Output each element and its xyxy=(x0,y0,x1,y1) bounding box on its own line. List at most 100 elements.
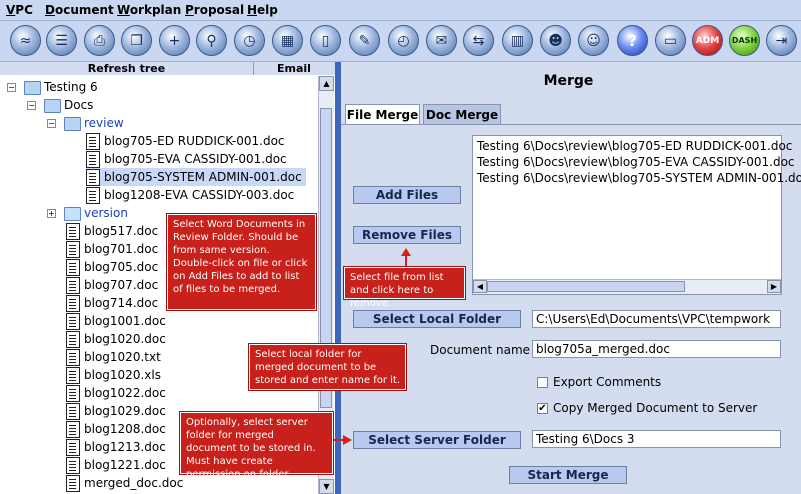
server-folder-field[interactable]: Testing 6\Docs 3 xyxy=(532,430,781,448)
word-doc-icon xyxy=(86,169,100,186)
menu-proposal[interactable]: Proposal xyxy=(185,3,244,17)
clock-doc-icon[interactable]: ◷ xyxy=(234,25,265,56)
user-icon[interactable]: ☺ xyxy=(578,25,609,56)
file-label: blog1208-EVA CASSIDY-003.doc xyxy=(104,188,295,202)
dash-icon[interactable]: DASH xyxy=(729,25,760,56)
tab-file-merge[interactable]: File Merge xyxy=(345,104,420,124)
mail-icon[interactable]: ✉ xyxy=(426,25,457,56)
tree-node-docs[interactable]: Docs xyxy=(44,96,93,114)
start-merge-button[interactable]: Start Merge xyxy=(509,466,627,484)
word-doc-icon xyxy=(66,421,80,438)
collapse-toggle[interactable]: − xyxy=(27,101,36,110)
clock-pen-icon[interactable]: ◴ xyxy=(388,25,419,56)
help-icon[interactable]: ? xyxy=(617,25,648,56)
list-item[interactable]: Testing 6\Docs\review\blog705-ED RUDDICK… xyxy=(477,138,792,154)
document-name-field[interactable]: blog705a_merged.doc xyxy=(532,340,781,358)
file-label: blog1208.doc xyxy=(84,422,166,436)
tree-file[interactable]: blog705.doc xyxy=(66,258,158,276)
scrollbar-thumb[interactable] xyxy=(487,281,685,292)
tree-file[interactable]: blog1001.doc xyxy=(66,312,166,330)
select-server-folder-button[interactable]: Select Server Folder xyxy=(353,431,521,449)
tree-file[interactable]: blog1020.txt xyxy=(66,348,161,366)
file-label: blog1022.doc xyxy=(84,386,166,400)
search-icon[interactable]: ⚲ xyxy=(196,25,227,56)
scroll-right-arrow-icon[interactable]: ▶ xyxy=(767,280,781,293)
collapse-toggle[interactable]: − xyxy=(7,83,16,92)
callout-server-folder: Optionally, select server folder for mer… xyxy=(180,412,333,480)
callout-remove-files: Select file from list and click here to … xyxy=(344,267,465,309)
list-item[interactable]: Testing 6\Docs\review\blog705-SYSTEM ADM… xyxy=(477,170,801,186)
calendar-icon[interactable]: ▦ xyxy=(272,25,303,56)
list-item[interactable]: Testing 6\Docs\review\blog705-EVA CASSID… xyxy=(477,154,795,170)
tree-file[interactable]: blog1029.doc xyxy=(66,402,166,420)
tree-file[interactable]: blog517.doc xyxy=(66,222,158,240)
document-icon[interactable]: ▯ xyxy=(310,25,341,56)
folder-open-icon xyxy=(44,98,61,113)
tree-file-review-3-selected[interactable]: blog705-SYSTEM ADMIN-001.doc xyxy=(86,168,306,186)
tree-node-label: Testing 6 xyxy=(44,80,98,94)
word-doc-icon xyxy=(66,277,80,294)
tree-file-review-2[interactable]: blog705-EVA CASSIDY-001.doc xyxy=(86,150,287,168)
menu-document[interactable]: Document xyxy=(45,3,114,17)
file-label: blog705-SYSTEM ADMIN-001.doc xyxy=(104,170,302,184)
tree-file[interactable]: blog1020.doc xyxy=(66,330,166,348)
tree-file[interactable]: blog1208.doc xyxy=(66,420,166,438)
tab-doc-merge[interactable]: Doc Merge xyxy=(423,104,501,124)
file-label: blog705-EVA CASSIDY-001.doc xyxy=(104,152,287,166)
stack-icon[interactable]: ☰ xyxy=(46,25,77,56)
tree-header: Refresh tree Email xyxy=(0,62,335,75)
tree-file-review-1[interactable]: blog705-ED RUDDICK-001.doc xyxy=(86,132,285,150)
tree-file[interactable]: blog1020.xls xyxy=(66,366,161,384)
word-doc-icon xyxy=(66,385,80,402)
color-bars-icon[interactable]: ▥ xyxy=(502,25,533,56)
tree-file[interactable]: blog701.doc xyxy=(66,240,158,258)
folder-closed-icon xyxy=(64,206,81,221)
local-folder-field[interactable]: C:\Users\Ed\Documents\VPC\tempwork xyxy=(532,310,781,328)
tree-file[interactable]: merged_doc.doc xyxy=(66,474,183,492)
tree-node-root[interactable]: Testing 6 xyxy=(24,78,98,96)
callout-local-folder: Select local folder for merged document … xyxy=(249,344,406,390)
compare-icon[interactable]: ⇆ xyxy=(463,25,494,56)
email-button[interactable]: Email xyxy=(254,62,334,75)
list-hscrollbar[interactable]: ◀ ▶ xyxy=(473,279,781,294)
tree-file[interactable]: blog707.doc xyxy=(66,276,158,294)
file-label: merged_doc.doc xyxy=(84,476,184,490)
folder-open-icon xyxy=(64,116,81,131)
copy-docs-icon[interactable]: ❐ xyxy=(121,25,152,56)
select-local-folder-button[interactable]: Select Local Folder xyxy=(353,310,521,328)
menu-workplan[interactable]: Workplan xyxy=(117,3,181,17)
tree-node-label: version xyxy=(84,206,128,220)
scanner-icon[interactable]: ≈ xyxy=(10,25,41,56)
copy-merged-checkbox[interactable]: ✔ xyxy=(537,403,548,414)
merge-file-list[interactable]: Testing 6\Docs\review\blog705-ED RUDDICK… xyxy=(472,135,801,295)
tree-file-review-4[interactable]: blog1208-EVA CASSIDY-003.doc xyxy=(86,186,294,204)
edit-doc-icon[interactable]: ✎ xyxy=(349,25,380,56)
remove-files-button[interactable]: Remove Files xyxy=(353,226,461,244)
expand-toggle[interactable]: + xyxy=(47,209,56,218)
tree-node-review[interactable]: review xyxy=(64,114,124,132)
menu-vpc[interactable]: VPC xyxy=(6,3,33,17)
adm-icon[interactable]: ADM xyxy=(692,25,723,56)
tree-node-version[interactable]: version xyxy=(64,204,128,222)
refresh-tree-button[interactable]: Refresh tree xyxy=(0,62,254,75)
tree-file[interactable]: blog1213.doc xyxy=(66,438,166,456)
exit-icon[interactable]: ⇥ xyxy=(766,25,797,56)
printer-icon[interactable]: ⎙ xyxy=(84,25,115,56)
add-doc-icon[interactable]: + xyxy=(159,25,190,56)
monitor-icon[interactable]: ▭ xyxy=(655,25,686,56)
tree-file[interactable]: blog1022.doc xyxy=(66,384,166,402)
scroll-down-arrow-icon[interactable]: ▼ xyxy=(319,479,334,494)
add-files-button[interactable]: Add Files xyxy=(353,186,461,204)
tree-file[interactable]: blog714.doc xyxy=(66,294,158,312)
group-icon[interactable]: ☻ xyxy=(540,25,571,56)
scroll-up-arrow-icon[interactable]: ▲ xyxy=(319,76,334,91)
document-name-label: Document name xyxy=(430,343,531,357)
menu-help[interactable]: Help xyxy=(247,3,278,17)
word-doc-icon xyxy=(86,187,100,204)
doc-checked-out-icon xyxy=(66,295,80,312)
collapse-toggle[interactable]: − xyxy=(47,119,56,128)
tree-file[interactable]: blog1221.doc xyxy=(66,456,166,474)
scroll-left-arrow-icon[interactable]: ◀ xyxy=(473,280,487,293)
export-comments-checkbox[interactable] xyxy=(537,377,548,388)
file-label: blog1029.doc xyxy=(84,404,166,418)
